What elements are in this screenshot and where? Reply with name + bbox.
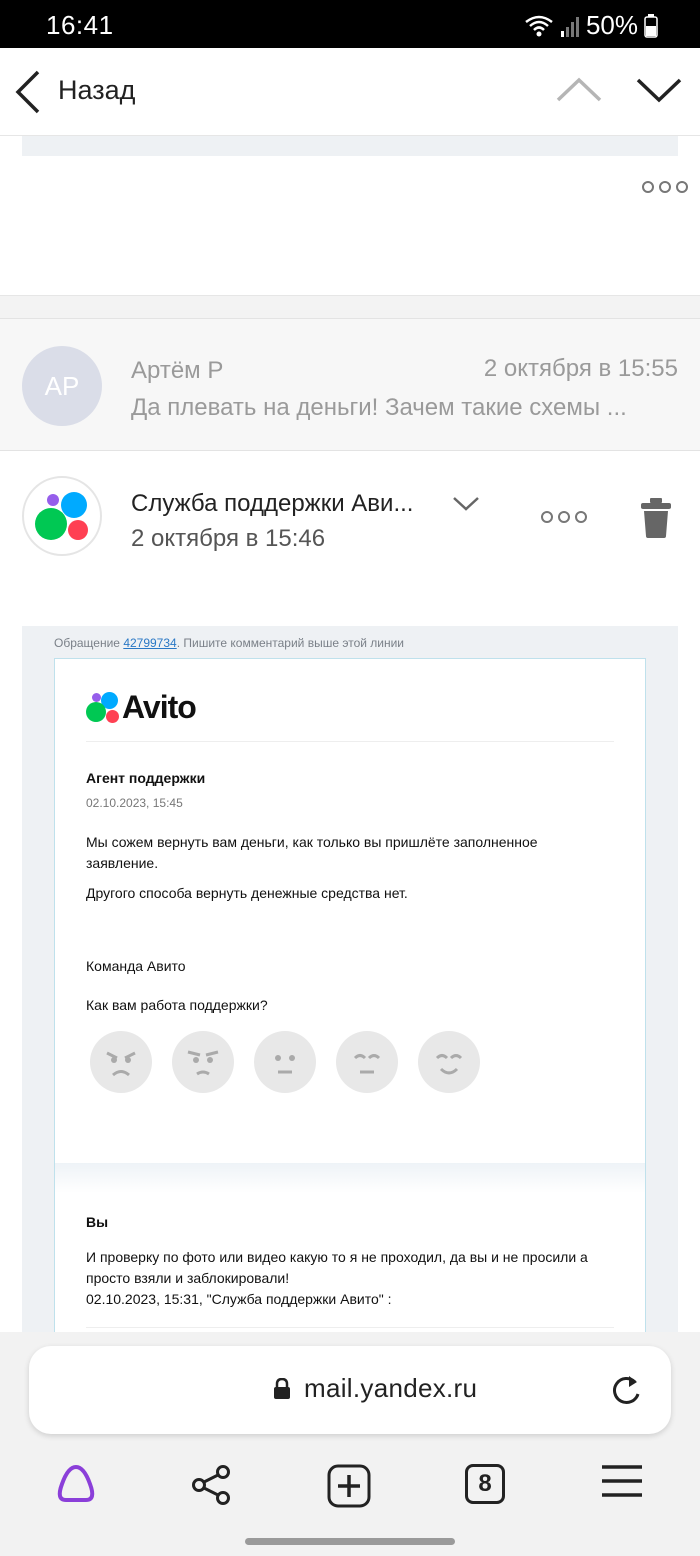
neutral-face-icon[interactable] bbox=[254, 1031, 316, 1093]
avito-avatar bbox=[22, 476, 102, 556]
status-time: 16:41 bbox=[46, 10, 114, 40]
more-options-icon[interactable] bbox=[541, 511, 587, 523]
email-body: Обращение 42799734. Пишите комментарий в… bbox=[22, 626, 678, 1332]
wifi-icon bbox=[524, 14, 554, 38]
reply-paragraph: Мы сожем вернуть вам деньги, как только … bbox=[86, 834, 538, 871]
agent-label: Агент поддержки bbox=[86, 770, 206, 786]
home-indicator bbox=[245, 1538, 455, 1545]
reload-icon[interactable] bbox=[609, 1372, 643, 1413]
new-tab-icon[interactable] bbox=[327, 1464, 371, 1513]
collapsed-message[interactable]: АР Артём Р 2 октября в 15:55 Да плевать … bbox=[0, 318, 700, 451]
avito-wordmark: Avito bbox=[122, 688, 197, 725]
menu-icon[interactable] bbox=[600, 1464, 644, 1503]
content-face-icon[interactable] bbox=[336, 1031, 398, 1093]
ticket-link[interactable]: 42799734 bbox=[123, 636, 176, 650]
email-card: Avito Агент поддержки 02.10.2023, 15:45 … bbox=[54, 658, 646, 1332]
message-snippet: Да плевать на деньги! Зачем такие схемы … bbox=[131, 394, 627, 421]
ticket-line: Обращение 42799734. Пишите комментарий в… bbox=[54, 636, 405, 650]
happy-face-icon[interactable] bbox=[418, 1031, 480, 1093]
battery-percent: 50% bbox=[585, 10, 638, 40]
back-arrow-icon[interactable] bbox=[12, 68, 46, 116]
previous-message-body-strip bbox=[22, 136, 678, 156]
rating-question: Как вам работа поддержки? bbox=[86, 997, 268, 1013]
avatar: АР bbox=[22, 346, 102, 426]
browser-chrome: mail.yandex.ru 8 bbox=[0, 1332, 700, 1556]
more-options-icon[interactable] bbox=[642, 181, 688, 193]
share-icon[interactable] bbox=[190, 1464, 232, 1511]
annoyed-face-icon[interactable] bbox=[172, 1031, 234, 1093]
next-message-icon[interactable] bbox=[636, 76, 682, 109]
divider bbox=[86, 741, 614, 742]
signature: Команда Авито bbox=[86, 958, 186, 974]
previous-message-tail bbox=[0, 136, 700, 296]
message-date: 2 октября в 15:46 bbox=[131, 525, 326, 552]
back-button[interactable]: Назад bbox=[58, 75, 135, 106]
signal-icon bbox=[560, 15, 580, 37]
trash-icon[interactable] bbox=[640, 498, 672, 543]
avito-logo: Avito bbox=[86, 687, 197, 727]
you-label: Вы bbox=[86, 1214, 109, 1230]
avito-logo-mark bbox=[86, 690, 120, 724]
address-bar[interactable]: mail.yandex.ru bbox=[29, 1346, 671, 1434]
quote-line: 02.10.2023, 15:31, "Служба поддержки Ави… bbox=[86, 1291, 392, 1307]
message-sender[interactable]: Служба поддержки Ави... bbox=[131, 490, 441, 518]
status-bar: 16:41 50% bbox=[0, 0, 700, 48]
message-date: 2 октября в 15:55 bbox=[483, 355, 678, 382]
agent-date: 02.10.2023, 15:45 bbox=[86, 796, 183, 810]
reply-paragraph: Другого способа вернуть денежные средств… bbox=[86, 885, 408, 901]
quoted-paragraph: И проверку по фото или видео какую то я … bbox=[86, 1249, 588, 1307]
tabs-count-button[interactable]: 8 bbox=[465, 1464, 505, 1504]
battery-icon bbox=[644, 13, 658, 38]
divider bbox=[86, 1327, 614, 1328]
message-sender: Артём Р bbox=[131, 357, 224, 384]
chevron-down-icon[interactable] bbox=[452, 496, 480, 517]
lock-icon bbox=[273, 1377, 291, 1405]
alice-icon[interactable] bbox=[54, 1464, 98, 1509]
url-text[interactable]: mail.yandex.ru bbox=[304, 1373, 477, 1404]
top-navigation: Назад bbox=[0, 48, 700, 136]
browser-toolbar bbox=[0, 1450, 700, 1520]
previous-message-icon[interactable] bbox=[556, 76, 602, 109]
angry-face-icon[interactable] bbox=[90, 1031, 152, 1093]
expanded-message-header: Служба поддержки Ави... 2 октября в 15:4… bbox=[0, 452, 700, 626]
rating-faces bbox=[90, 1031, 480, 1093]
